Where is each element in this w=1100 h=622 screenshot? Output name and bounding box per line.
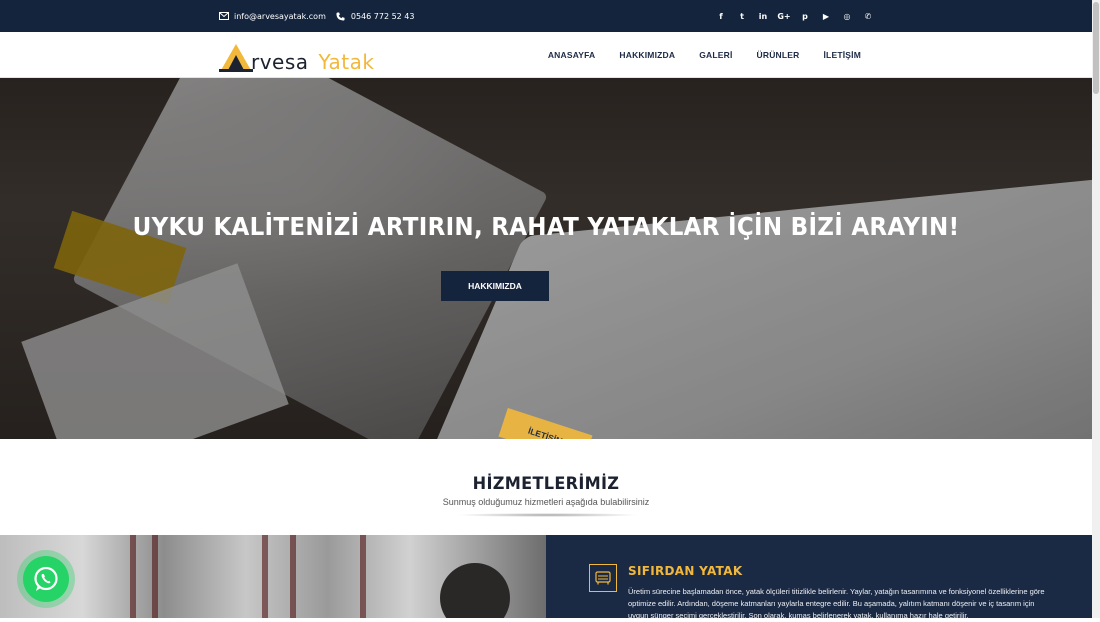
hero-banner: UYKU KALİTENİZİ ARTIRIN, RAHAT YATAKLAR … (0, 78, 1092, 439)
envelope-icon (219, 11, 229, 21)
social-links: f t in G+ p ▶ ◎ ✆ (716, 0, 873, 32)
image-detail (152, 535, 158, 618)
hero-headline: UYKU KALİTENİZİ ARTIRIN, RAHAT YATAKLAR … (132, 212, 960, 241)
instagram-icon[interactable]: ◎ (842, 10, 852, 22)
services-title: HİZMETLERİMİZ (472, 474, 620, 494)
whatsapp-float-button[interactable] (17, 550, 75, 608)
main-nav: ANASAYFA HAKKIMIZDA GALERİ ÜRÜNLER İLETİ… (548, 32, 861, 78)
image-detail (130, 535, 136, 618)
hero-about-button[interactable]: HAKKIMIZDA (441, 271, 549, 301)
linkedin-icon[interactable]: in (758, 10, 768, 22)
nav-products[interactable]: ÜRÜNLER (757, 50, 800, 60)
services-heading: HİZMETLERİMİZ Sunmuş olduğumuz hizmetler… (0, 439, 1092, 535)
facebook-icon[interactable]: f (716, 10, 726, 22)
whatsapp-icon (23, 556, 69, 602)
site-logo[interactable]: rvesa Yatak (219, 37, 374, 73)
twitter-icon[interactable]: t (737, 10, 747, 22)
hero-overlay (0, 78, 1092, 439)
section-divider (455, 513, 640, 517)
youtube-icon[interactable]: ▶ (821, 10, 831, 22)
email-link[interactable]: info@arvesayatak.com (219, 11, 326, 21)
top-bar: info@arvesayatak.com 0546 772 52 43 f t … (0, 0, 1092, 32)
site-header: rvesa Yatak ANASAYFA HAKKIMIZDA GALERİ Ü… (0, 32, 1092, 78)
services-subtitle: Sunmuş olduğumuz hizmetleri aşağıda bula… (442, 497, 650, 507)
image-detail (262, 535, 268, 618)
service-card-text: Üretim sürecine başlamadan önce, yatak ö… (628, 587, 1045, 620)
nav-contact[interactable]: İLETİŞİM (824, 50, 862, 60)
service-card-title: SIFIRDAN YATAK (628, 564, 743, 578)
nav-gallery[interactable]: GALERİ (699, 50, 732, 60)
bed-icon (589, 564, 617, 592)
contact-info: info@arvesayatak.com 0546 772 52 43 (219, 0, 424, 32)
phone-text: 0546 772 52 43 (350, 11, 415, 21)
service-card: SIFIRDAN YATAK Üretim sürecine başlamada… (546, 535, 1092, 620)
image-detail (290, 535, 296, 618)
pinterest-icon[interactable]: p (800, 10, 810, 22)
nav-home[interactable]: ANASAYFA (548, 50, 596, 60)
logo-text-yatak: Yatak (318, 50, 375, 74)
email-text: info@arvesayatak.com (234, 11, 326, 21)
page-scrollbar[interactable] (1092, 0, 1100, 618)
whatsapp-small-icon[interactable]: ✆ (863, 10, 873, 22)
scrollbar-thumb[interactable] (1093, 2, 1099, 94)
phone-link[interactable]: 0546 772 52 43 (336, 11, 415, 21)
hero-buttons: HAKKIMIZDA İLETİŞİM (441, 271, 593, 439)
image-worker (440, 563, 510, 618)
nav-about[interactable]: HAKKIMIZDA (619, 50, 675, 60)
phone-icon (336, 11, 346, 21)
image-detail (360, 535, 366, 618)
google-plus-icon[interactable]: G+ (777, 10, 790, 22)
logo-text-arvesa: rvesa (251, 50, 309, 74)
logo-triangle-icon (219, 44, 253, 72)
service-image (0, 535, 546, 618)
